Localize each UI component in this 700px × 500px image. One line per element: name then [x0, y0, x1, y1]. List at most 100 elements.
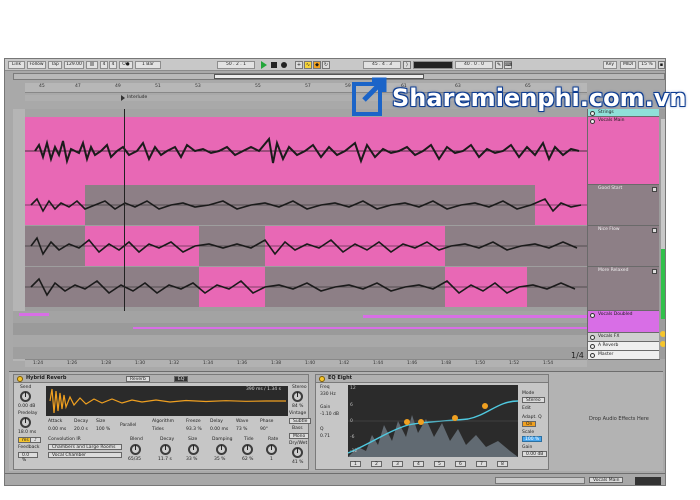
play-icon[interactable] [261, 61, 267, 69]
sync-toggle[interactable]: ♪ [30, 437, 41, 443]
fold-icon[interactable] [590, 313, 595, 318]
key-map-button[interactable]: Key [603, 61, 617, 69]
stop-icon[interactable] [271, 62, 277, 68]
bass-mono-toggle[interactable]: Mono [289, 433, 310, 439]
tab-reverb[interactable]: Reverb [126, 376, 150, 382]
damping-knob[interactable] [216, 444, 227, 455]
power-icon[interactable] [319, 376, 325, 382]
status-scroll[interactable] [495, 477, 585, 484]
session-record-icon[interactable]: ◆ [313, 61, 321, 69]
eq-eight-device[interactable]: EQ Eight Freq 330 Hz Gain -1.10 dB Q 0.7… [315, 374, 549, 470]
take-select-icon[interactable] [652, 187, 657, 192]
adapt-q-toggle[interactable]: On [522, 421, 537, 427]
take-lane-nice-flow[interactable] [25, 226, 587, 266]
track-view-toggle[interactable] [635, 477, 661, 485]
algorithm-value[interactable]: Tides [152, 427, 164, 432]
solo-icon[interactable] [660, 341, 665, 347]
locator-interlude[interactable]: Interlude [121, 95, 147, 101]
routing-value[interactable]: Parallel [120, 423, 136, 428]
rate-knob[interactable] [266, 444, 277, 455]
drywet-knob[interactable] [292, 447, 303, 458]
tempo-field[interactable]: 129.00 [64, 61, 84, 69]
predelay-knob[interactable] [20, 417, 31, 428]
track-master[interactable]: Master [588, 351, 660, 360]
band-button[interactable]: 6 [455, 461, 466, 467]
track-a-reverb[interactable]: A Reverb [588, 342, 660, 351]
metronome-button[interactable]: O● [119, 61, 133, 69]
eq-band-handle[interactable] [482, 403, 488, 409]
ir-category-menu[interactable]: Chambers and Large Rooms [48, 444, 122, 450]
automation-arm-icon[interactable]: ∿ [304, 61, 312, 69]
power-icon[interactable] [17, 376, 23, 382]
arrangement-position[interactable]: 50 . 2 . 1 [217, 61, 255, 69]
follow-button[interactable]: Follow [27, 61, 46, 69]
fold-icon[interactable] [590, 335, 595, 340]
tide-knob[interactable] [242, 444, 253, 455]
size2-knob[interactable] [188, 444, 199, 455]
gain-value[interactable]: -1.10 dB [320, 412, 339, 417]
solo-icon[interactable] [660, 331, 665, 337]
band-button[interactable]: 7 [476, 461, 487, 467]
eq-band-handle[interactable] [452, 415, 458, 421]
stereo-knob[interactable] [292, 391, 303, 402]
band-button[interactable]: 8 [497, 461, 508, 467]
size-value[interactable]: 100 % [96, 427, 110, 432]
take-lane-header[interactable]: Good Start [588, 185, 660, 226]
take-lane-more-relaxed[interactable] [25, 267, 587, 307]
fold-icon[interactable] [590, 344, 595, 349]
loop-icon[interactable]: ↻ [322, 61, 330, 69]
scale-value[interactable]: 100 % [522, 436, 543, 442]
link-button[interactable]: Link [8, 61, 25, 69]
take-select-icon[interactable] [652, 228, 657, 233]
record-icon[interactable] [281, 62, 287, 68]
fold-icon[interactable] [590, 353, 595, 358]
vintage-menu[interactable]: Subtle [289, 418, 312, 424]
computer-keyboard-icon[interactable]: ⌨ [504, 61, 512, 69]
take-select-icon[interactable] [652, 269, 657, 274]
lower-track-lanes[interactable] [13, 311, 587, 359]
attack-value[interactable]: 0.00 ms [48, 427, 66, 432]
loop-switch[interactable] [413, 61, 453, 69]
eq-display[interactable]: 12 6 0 -6 -12 [347, 385, 519, 457]
band-button[interactable]: 2 [371, 461, 382, 467]
take-lane-header[interactable]: Nice Flow [588, 226, 660, 267]
hybrid-reverb-device[interactable]: Hybrid Reverb Reverb EQ Send 0.00 dB Pre… [13, 374, 312, 470]
phase-value[interactable]: 90° [260, 427, 268, 432]
tab-eq[interactable]: EQ [174, 376, 189, 382]
midi-map-button[interactable]: MIDI [620, 61, 636, 69]
track-vocals-fx[interactable]: Vocals FX [588, 333, 660, 342]
time-ruler[interactable]: 1:24 1:26 1:28 1:30 1:32 1:34 1:36 1:38 … [25, 359, 587, 367]
blend-knob[interactable] [130, 444, 141, 455]
take-lane-header[interactable]: More Relaxed [588, 267, 660, 311]
freq-value[interactable]: 330 Hz [320, 392, 336, 397]
time-signature-denominator[interactable]: 4 [109, 61, 117, 69]
nudge-buttons[interactable]: ‖‖ [86, 61, 98, 69]
send-knob[interactable] [20, 391, 31, 402]
track-vocals-doubled[interactable]: Vocals Doubled [588, 311, 660, 333]
take-lane-good-start[interactable] [25, 185, 587, 225]
decay2-knob[interactable] [160, 444, 171, 455]
tap-tempo-button[interactable]: Tap [48, 61, 62, 69]
mode-menu[interactable]: Stereo [522, 397, 545, 403]
quantization-menu[interactable]: 1 Bar [135, 61, 161, 69]
freeze-value[interactable]: 93.3 % [186, 427, 202, 432]
feedback-value[interactable]: 0.0 % [18, 452, 38, 463]
add-icon[interactable]: + [295, 61, 303, 69]
loop-length-field[interactable]: 40 . 0 . 0 [455, 61, 493, 69]
draw-mode-icon[interactable]: ✎ [495, 61, 503, 69]
decay-value[interactable]: 20.0 s [74, 427, 88, 432]
delay-value[interactable]: 0.00 ms [210, 427, 228, 432]
loop-start-field[interactable]: 45 . 4 . 3 [363, 61, 401, 69]
band-button[interactable]: 3 [392, 461, 403, 467]
band-button[interactable]: 4 [413, 461, 424, 467]
drop-effects-area[interactable]: Drop Audio Effects Here [553, 374, 661, 470]
q-value[interactable]: 0.71 [320, 434, 330, 439]
eq-band-handle[interactable] [404, 419, 410, 425]
ir-name-menu[interactable]: Vocal Chamber [48, 452, 122, 458]
wave-value[interactable]: 73 % [236, 427, 247, 432]
time-signature-numerator[interactable]: 4 [100, 61, 108, 69]
band-button[interactable]: 5 [434, 461, 445, 467]
selected-track-label[interactable]: Vocals Main [589, 477, 624, 483]
band-button[interactable]: 1 [350, 461, 361, 467]
gain2-value[interactable]: 0.00 dB [522, 451, 548, 457]
